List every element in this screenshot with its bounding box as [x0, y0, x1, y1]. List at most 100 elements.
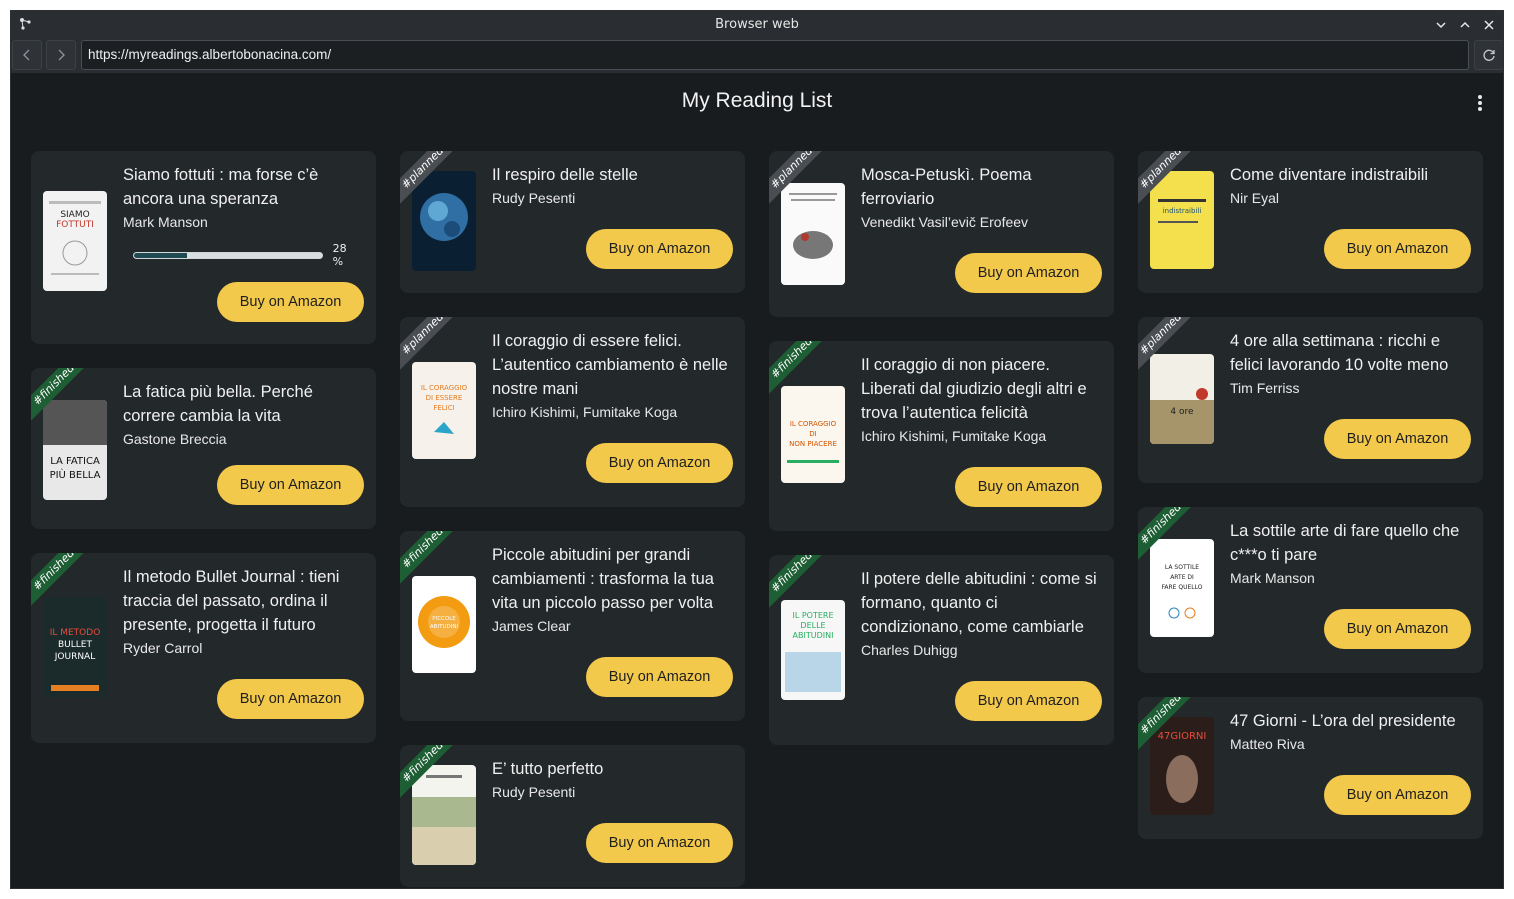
svg-text:IL CORAGGIO: IL CORAGGIO	[421, 384, 468, 392]
book-card: #finished E’ tutto perfetto Rudy Pesenti…	[400, 745, 745, 887]
buy-on-amazon-button[interactable]: Buy on Amazon	[586, 657, 733, 697]
book-cover: SIAMO FOTTUTI	[43, 191, 107, 291]
book-card: #planned Mosca-Petuskì. Poema ferroviari…	[769, 151, 1114, 317]
book-title: Il potere delle abitudini : come si form…	[861, 570, 1097, 636]
svg-text:BULLET: BULLET	[58, 640, 92, 650]
svg-text:IL POTERE: IL POTERE	[792, 611, 833, 620]
maximize-icon[interactable]	[1456, 16, 1474, 34]
chevron-right-icon	[58, 49, 65, 61]
book-cover: IL CORAGGIO DI ESSERE FELICI	[412, 362, 476, 459]
svg-text:IL CORAGGIO: IL CORAGGIO	[790, 420, 837, 428]
svg-text:JOURNAL: JOURNAL	[54, 652, 95, 662]
book-card: #finished IL METODO BULLET JOURNAL Il meto…	[31, 553, 376, 743]
buy-on-amazon-button[interactable]: Buy on Amazon	[1324, 775, 1471, 815]
svg-text:47GIORNI: 47GIORNI	[1158, 731, 1207, 742]
progress-bar	[133, 251, 323, 259]
buy-on-amazon-button[interactable]: Buy on Amazon	[217, 679, 364, 719]
book-title: Il coraggio di essere felici. L’autentic…	[492, 332, 728, 398]
book-title: Piccole abitudini per grandi cambiamenti…	[492, 546, 714, 612]
book-author: Charles Duhigg	[861, 642, 958, 658]
book-column: SIAMO FOTTUTI Siamo fottuti : ma forse c’…	[31, 151, 376, 767]
book-card: #planned IL CORAGGIO DI ESSERE FELICI Il c…	[400, 317, 745, 507]
book-title: Come diventare indistraibili	[1230, 166, 1429, 184]
buy-on-amazon-button[interactable]: Buy on Amazon	[955, 253, 1102, 293]
book-author: Ichiro Kishimi, Fumitake Koga	[861, 428, 1047, 444]
buy-on-amazon-button[interactable]: Buy on Amazon	[955, 467, 1102, 507]
svg-text:PICCOLE: PICCOLE	[432, 616, 456, 622]
book-author: James Clear	[492, 618, 571, 634]
book-cover: LA SOTTILE ARTE DI FARE QUELLO	[1150, 539, 1214, 637]
buy-on-amazon-button[interactable]: Buy on Amazon	[586, 823, 733, 863]
book-cover	[412, 765, 476, 865]
book-card: #finished LA FATICA PIÙ BELLA La fatica p…	[31, 368, 376, 529]
svg-text:DI ESSERE: DI ESSERE	[426, 394, 463, 402]
book-card: #finished 47GIORNI 47 Giorni - L’ora del…	[1138, 697, 1483, 839]
book-card: #planned indistraibili Come diventare in…	[1138, 151, 1483, 293]
book-title: Siamo fottuti : ma forse c’è ancora una …	[123, 166, 319, 208]
book-card: #finished IL POTERE DELLE ABITUDINI Il pot…	[769, 555, 1114, 745]
book-cover: indistraibili	[1150, 171, 1214, 269]
progress-fill	[134, 252, 187, 258]
book-author: Mark Manson	[123, 214, 208, 230]
book-author: Venedikt Vasil’evič Erofeev	[861, 214, 1029, 230]
close-icon[interactable]	[1480, 16, 1498, 34]
buy-on-amazon-button[interactable]: Buy on Amazon	[1324, 419, 1471, 459]
buy-on-amazon-button[interactable]: Buy on Amazon	[586, 443, 733, 483]
svg-text:LA SOTTILE: LA SOTTILE	[1165, 564, 1199, 571]
book-card: #finished PICCOLE ABITUDINI Piccole abitu…	[400, 531, 745, 721]
book-cover: 47GIORNI	[1150, 717, 1214, 815]
book-title: Il respiro delle stelle	[492, 166, 638, 184]
buy-on-amazon-button[interactable]: Buy on Amazon	[586, 229, 733, 269]
web-page: My Reading List SIAMO FOTTUTI Siamo fottu…	[11, 73, 1503, 888]
reload-icon	[1483, 49, 1495, 61]
chevron-left-icon	[23, 49, 30, 61]
minimize-icon[interactable]	[1432, 16, 1450, 34]
book-cover	[412, 171, 476, 271]
reload-button[interactable]	[1474, 40, 1503, 70]
reading-progress: 28 %	[133, 242, 360, 268]
svg-text:ABITUDINI: ABITUDINI	[793, 631, 834, 640]
back-button[interactable]	[12, 40, 42, 70]
book-title: E’ tutto perfetto	[492, 760, 604, 778]
book-column: #planned Il respiro delle stelle Rudy Pe…	[400, 151, 745, 888]
book-author: Ryder Carrol	[123, 640, 203, 656]
book-cover	[781, 183, 845, 285]
book-cover: PICCOLE ABITUDINI	[412, 576, 476, 673]
svg-text:FOTTUTI: FOTTUTI	[56, 220, 94, 230]
forward-button[interactable]	[46, 40, 76, 70]
book-cover: 4 ore	[1150, 354, 1214, 444]
book-card: #planned 4 ore 4 ore alla settimana : ri…	[1138, 317, 1483, 483]
book-column: #planned indistraibili Come diventare in…	[1138, 151, 1483, 863]
book-cover: IL METODO BULLET JOURNAL	[43, 597, 107, 697]
url-field[interactable]: https://myreadings.albertobonacina.com/	[81, 40, 1469, 70]
svg-text:indistraibili: indistraibili	[1163, 207, 1202, 215]
svg-text:ABITUDINI: ABITUDINI	[430, 624, 459, 630]
book-cover: IL POTERE DELLE ABITUDINI	[781, 600, 845, 700]
svg-text:4 ore: 4 ore	[1170, 407, 1194, 417]
buy-on-amazon-button[interactable]: Buy on Amazon	[1324, 609, 1471, 649]
svg-text:SIAMO: SIAMO	[60, 210, 89, 220]
book-author: Rudy Pesenti	[492, 190, 576, 206]
buy-on-amazon-button[interactable]: Buy on Amazon	[955, 681, 1102, 721]
book-title: La fatica più bella. Perché correre camb…	[123, 383, 313, 425]
buy-on-amazon-button[interactable]: Buy on Amazon	[217, 282, 364, 322]
book-author: Gastone Breccia	[123, 431, 227, 447]
svg-text:DI: DI	[809, 430, 816, 438]
svg-text:DELLE: DELLE	[800, 621, 825, 630]
book-title: 4 ore alla settimana : ricchi e felici l…	[1230, 332, 1449, 374]
book-card: #finished LA SOTTILE ARTE DI FARE QUELLO L…	[1138, 507, 1483, 673]
navigation-bar: https://myreadings.albertobonacina.com/	[11, 39, 1503, 73]
svg-text:ARTE DI: ARTE DI	[1170, 574, 1194, 581]
page-title: My Reading List	[681, 89, 833, 112]
progress-label: 28 %	[332, 242, 347, 268]
book-author: Matteo Riva	[1230, 736, 1305, 752]
buy-on-amazon-button[interactable]: Buy on Amazon	[217, 465, 364, 505]
book-title: La sottile arte di fare quello che c***o…	[1230, 522, 1460, 564]
book-title: 47 Giorni - L’ora del presidente	[1230, 712, 1456, 730]
buy-on-amazon-button[interactable]: Buy on Amazon	[1324, 229, 1471, 269]
more-menu-icon[interactable]	[1477, 95, 1483, 113]
svg-text:FELICI: FELICI	[433, 404, 454, 412]
svg-text:NON PIACERE: NON PIACERE	[789, 440, 837, 448]
window-title: Browser web	[715, 17, 799, 32]
book-author: Ichiro Kishimi, Fumitake Koga	[492, 404, 678, 420]
